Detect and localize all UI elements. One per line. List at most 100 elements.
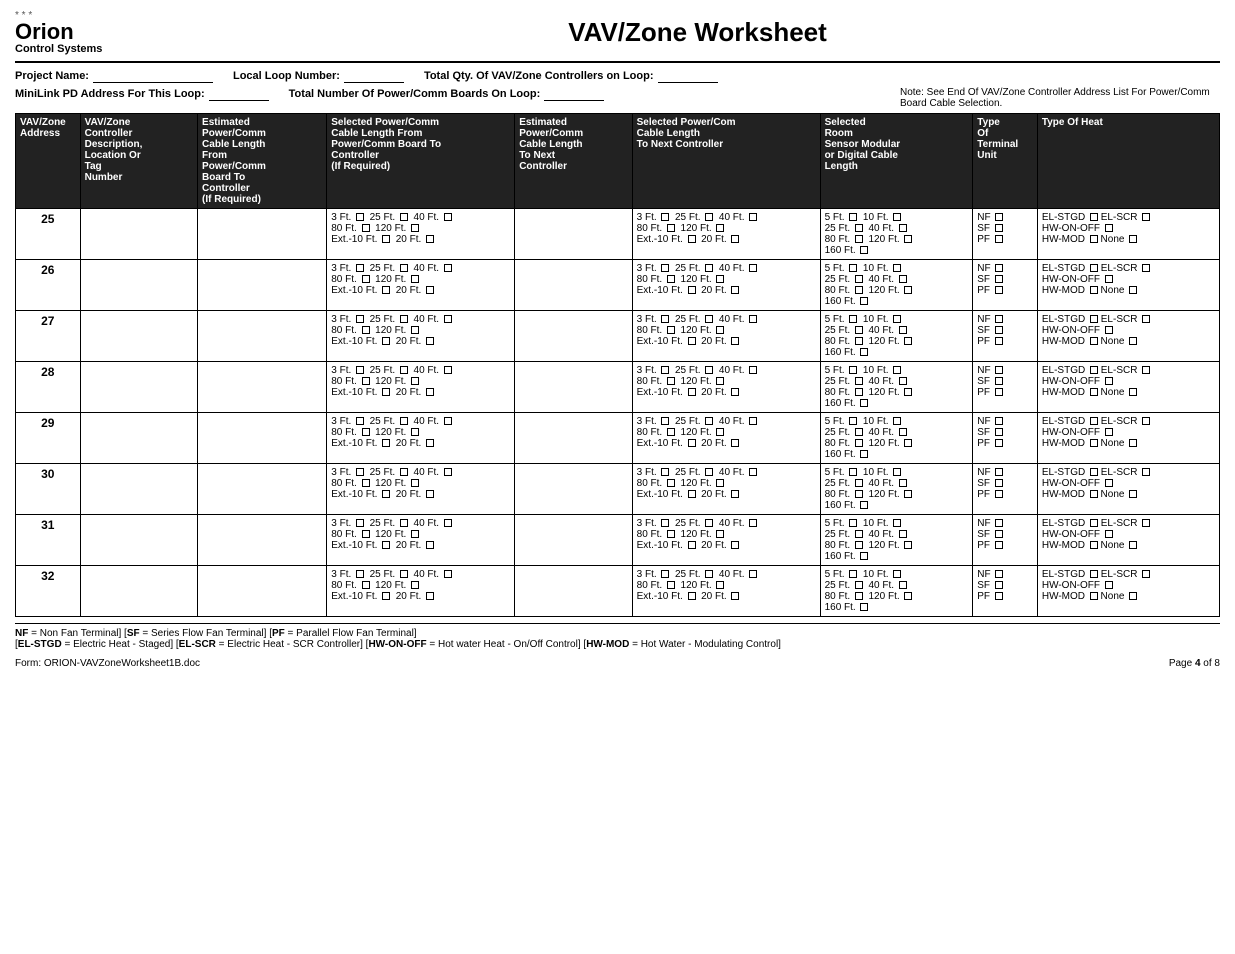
checkbox[interactable]: [995, 490, 1003, 498]
checkbox[interactable]: [400, 570, 408, 578]
checkbox[interactable]: [444, 468, 452, 476]
checkbox[interactable]: [362, 326, 370, 334]
total-boards-field[interactable]: [544, 87, 604, 101]
checkbox[interactable]: [400, 213, 408, 221]
checkbox[interactable]: [426, 592, 434, 600]
checkbox[interactable]: [426, 541, 434, 549]
checkbox[interactable]: [893, 315, 901, 323]
checkbox[interactable]: [356, 468, 364, 476]
checkbox[interactable]: [716, 530, 724, 538]
checkbox[interactable]: [860, 450, 868, 458]
checkbox[interactable]: [716, 479, 724, 487]
checkbox[interactable]: [667, 377, 675, 385]
checkbox[interactable]: [382, 286, 390, 294]
checkbox[interactable]: [893, 570, 901, 578]
total-qty-field[interactable]: [658, 69, 718, 83]
est-next-cell[interactable]: [515, 566, 632, 617]
checkbox[interactable]: [1142, 264, 1150, 272]
est-power-cell[interactable]: [198, 311, 327, 362]
checkbox[interactable]: [749, 213, 757, 221]
checkbox[interactable]: [995, 479, 1003, 487]
checkbox[interactable]: [444, 417, 452, 425]
checkbox[interactable]: [731, 541, 739, 549]
checkbox[interactable]: [904, 388, 912, 396]
checkbox[interactable]: [382, 337, 390, 345]
checkbox[interactable]: [731, 286, 739, 294]
checkbox[interactable]: [382, 388, 390, 396]
checkbox[interactable]: [1142, 213, 1150, 221]
checkbox[interactable]: [362, 377, 370, 385]
controller-desc-cell[interactable]: [80, 260, 197, 311]
checkbox[interactable]: [688, 235, 696, 243]
checkbox[interactable]: [661, 519, 669, 527]
est-power-cell[interactable]: [198, 413, 327, 464]
checkbox[interactable]: [705, 519, 713, 527]
checkbox[interactable]: [1129, 286, 1137, 294]
checkbox[interactable]: [904, 439, 912, 447]
checkbox[interactable]: [995, 366, 1003, 374]
checkbox[interactable]: [995, 581, 1003, 589]
checkbox[interactable]: [1105, 326, 1113, 334]
checkbox[interactable]: [893, 417, 901, 425]
checkbox[interactable]: [1142, 366, 1150, 374]
checkbox[interactable]: [1129, 337, 1137, 345]
est-next-cell[interactable]: [515, 362, 632, 413]
checkbox[interactable]: [1129, 490, 1137, 498]
checkbox[interactable]: [860, 603, 868, 611]
checkbox[interactable]: [995, 530, 1003, 538]
checkbox[interactable]: [904, 286, 912, 294]
checkbox[interactable]: [705, 315, 713, 323]
checkbox[interactable]: [362, 530, 370, 538]
est-next-cell[interactable]: [515, 209, 632, 260]
checkbox[interactable]: [893, 264, 901, 272]
checkbox[interactable]: [1090, 570, 1098, 578]
checkbox[interactable]: [661, 366, 669, 374]
checkbox[interactable]: [899, 275, 907, 283]
checkbox[interactable]: [860, 297, 868, 305]
checkbox[interactable]: [899, 479, 907, 487]
checkbox[interactable]: [362, 428, 370, 436]
checkbox[interactable]: [1142, 417, 1150, 425]
checkbox[interactable]: [860, 348, 868, 356]
checkbox[interactable]: [1105, 530, 1113, 538]
est-next-cell[interactable]: [515, 413, 632, 464]
checkbox[interactable]: [749, 417, 757, 425]
checkbox[interactable]: [667, 581, 675, 589]
checkbox[interactable]: [995, 428, 1003, 436]
checkbox[interactable]: [362, 581, 370, 589]
checkbox[interactable]: [426, 235, 434, 243]
checkbox[interactable]: [904, 490, 912, 498]
checkbox[interactable]: [411, 224, 419, 232]
checkbox[interactable]: [995, 570, 1003, 578]
checkbox[interactable]: [426, 439, 434, 447]
checkbox[interactable]: [860, 552, 868, 560]
checkbox[interactable]: [667, 275, 675, 283]
checkbox[interactable]: [356, 519, 364, 527]
checkbox[interactable]: [855, 428, 863, 436]
checkbox[interactable]: [855, 224, 863, 232]
checkbox[interactable]: [855, 377, 863, 385]
checkbox[interactable]: [356, 264, 364, 272]
checkbox[interactable]: [995, 468, 1003, 476]
checkbox[interactable]: [400, 366, 408, 374]
checkbox[interactable]: [1105, 581, 1113, 589]
checkbox[interactable]: [995, 519, 1003, 527]
local-loop-field[interactable]: [344, 69, 404, 83]
checkbox[interactable]: [688, 541, 696, 549]
checkbox[interactable]: [995, 377, 1003, 385]
checkbox[interactable]: [749, 468, 757, 476]
checkbox[interactable]: [899, 377, 907, 385]
checkbox[interactable]: [855, 235, 863, 243]
est-power-cell[interactable]: [198, 464, 327, 515]
checkbox[interactable]: [995, 388, 1003, 396]
checkbox[interactable]: [362, 224, 370, 232]
checkbox[interactable]: [1105, 377, 1113, 385]
checkbox[interactable]: [1129, 592, 1137, 600]
checkbox[interactable]: [855, 388, 863, 396]
checkbox[interactable]: [899, 224, 907, 232]
checkbox[interactable]: [1129, 388, 1137, 396]
checkbox[interactable]: [411, 377, 419, 385]
checkbox[interactable]: [362, 275, 370, 283]
checkbox[interactable]: [904, 541, 912, 549]
checkbox[interactable]: [899, 581, 907, 589]
